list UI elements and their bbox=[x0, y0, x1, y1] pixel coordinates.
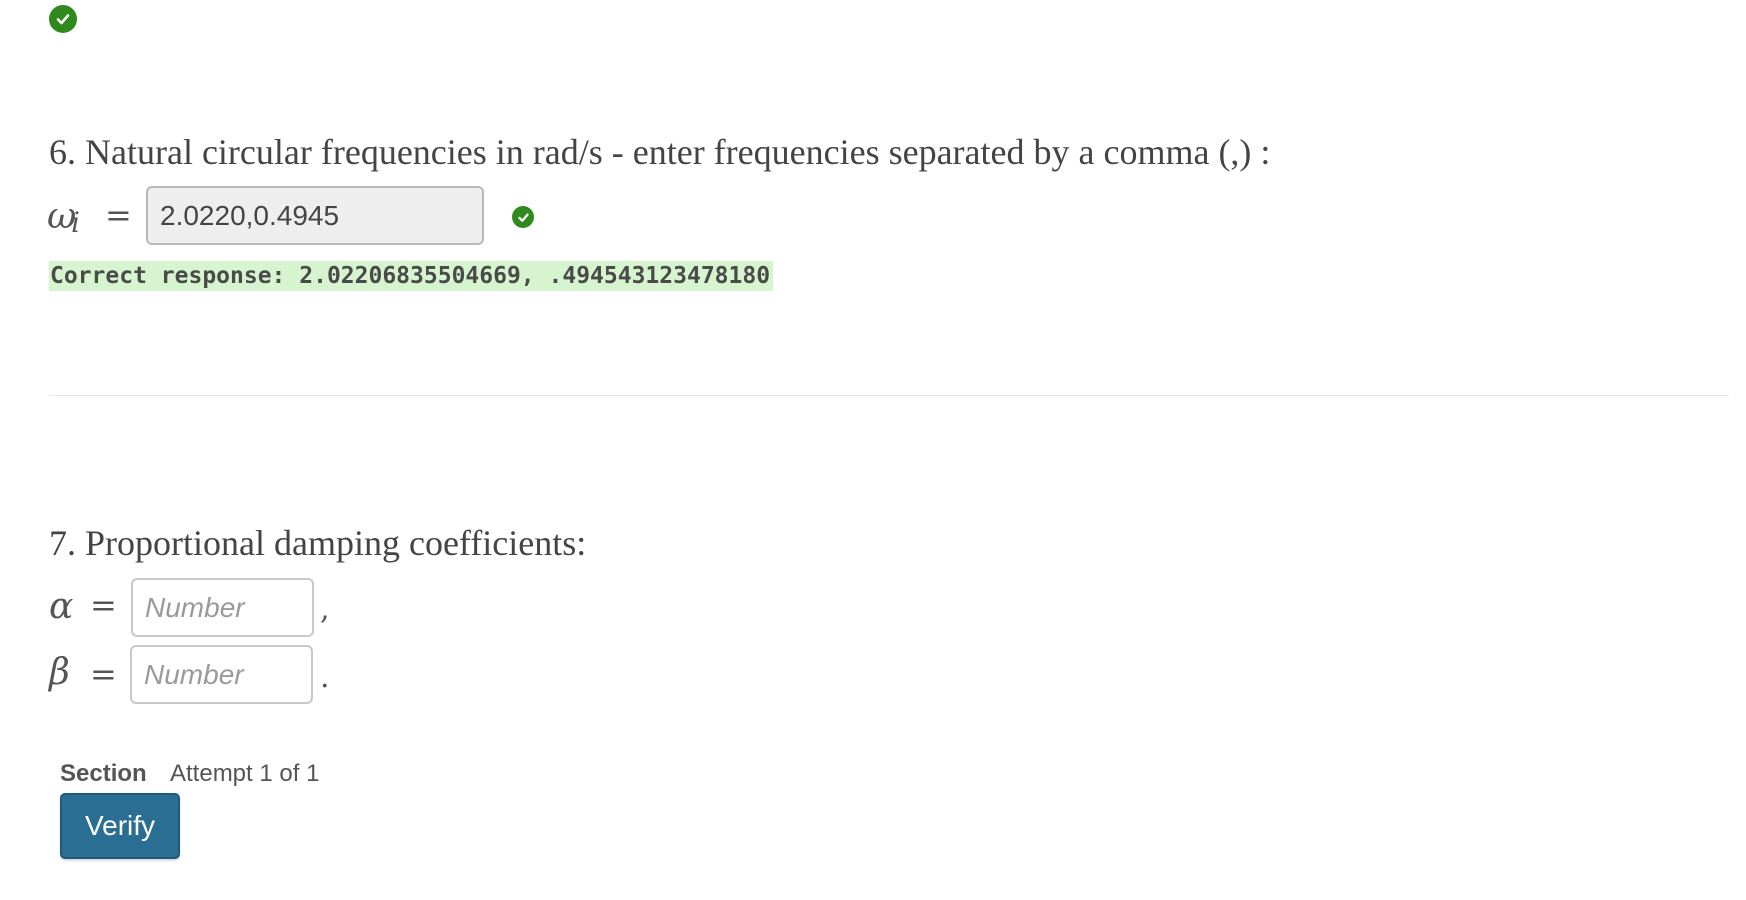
question-6-title: 6. Natural circular frequencies in rad/s… bbox=[49, 132, 1271, 172]
beta-input[interactable] bbox=[130, 645, 313, 704]
beta-trailing-period: . bbox=[320, 660, 330, 695]
verify-button[interactable]: Verify bbox=[60, 793, 180, 859]
omega-variable: ω i bbox=[47, 196, 87, 244]
equals-sign: = bbox=[105, 196, 132, 234]
alpha-trailing-comma: , bbox=[320, 592, 330, 627]
equals-sign: = bbox=[90, 586, 117, 624]
section-label: Section bbox=[60, 760, 147, 787]
check-circle-icon bbox=[49, 5, 77, 33]
alpha-input[interactable] bbox=[131, 578, 314, 637]
alpha-symbol: α bbox=[49, 586, 74, 627]
check-circle-icon bbox=[512, 206, 534, 228]
attempt-counter: Attempt 1 of 1 bbox=[170, 760, 320, 787]
omega-subscript: i bbox=[71, 206, 80, 239]
question-7-title: 7. Proportional damping coefficients: bbox=[49, 523, 587, 563]
section-divider bbox=[49, 395, 1729, 396]
beta-symbol: β bbox=[49, 652, 70, 693]
frequencies-input[interactable] bbox=[146, 186, 484, 245]
equals-sign: = bbox=[90, 655, 117, 693]
correct-response-text: Correct response: 2.02206835504669, .494… bbox=[49, 261, 774, 291]
